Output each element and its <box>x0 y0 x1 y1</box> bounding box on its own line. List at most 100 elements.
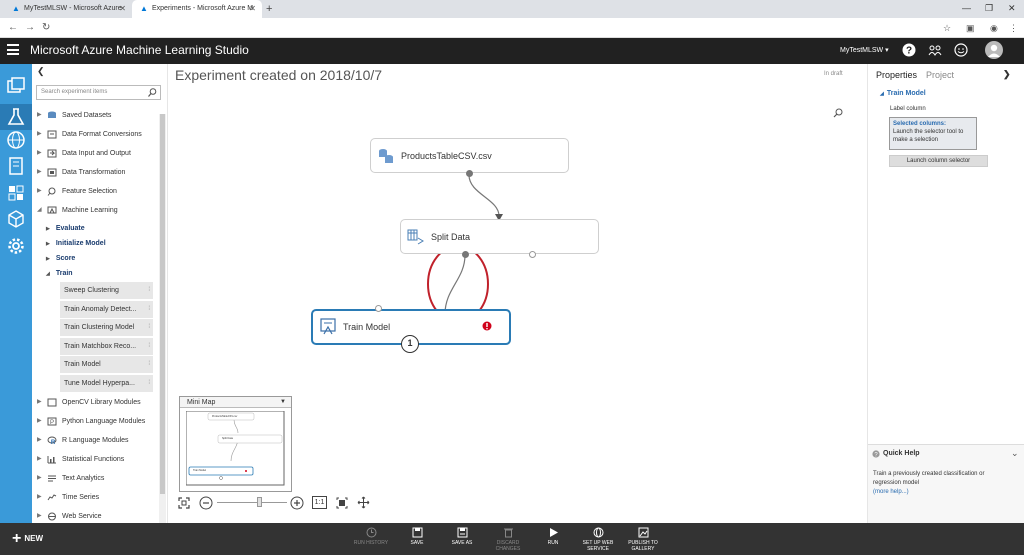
launch-column-selector-button[interactable]: Launch column selector <box>889 155 988 167</box>
reload-icon[interactable]: ↻ <box>42 21 50 35</box>
plus-icon: + <box>12 530 22 547</box>
output-port-right[interactable] <box>529 251 536 258</box>
fit-to-screen-icon[interactable] <box>178 497 190 509</box>
zoom-out-icon[interactable] <box>199 496 213 510</box>
datasets-icon[interactable] <box>6 183 26 203</box>
community-icon[interactable] <box>928 43 942 57</box>
port-number-badge[interactable]: 1 <box>401 335 419 353</box>
drag-handle-icon[interactable]: ⁞ <box>148 375 150 392</box>
settings-gear-icon[interactable] <box>6 236 26 256</box>
selected-columns-title: Selected columns: <box>893 121 947 127</box>
output-port[interactable] <box>466 170 473 177</box>
chevron-down-icon[interactable]: ⌄ <box>1011 448 1019 459</box>
search-input[interactable]: Search experiment items <box>36 85 161 100</box>
workspace-selector[interactable]: MyTestMLSW ▾ <box>840 46 889 54</box>
drag-handle-icon[interactable]: ⁞ <box>148 301 150 318</box>
module-train-model[interactable]: Train Model ⁞ <box>60 356 153 373</box>
hamburger-icon[interactable] <box>7 44 19 55</box>
run-button[interactable]: RUN <box>531 527 575 546</box>
section-train-model[interactable]: ◢ Train Model <box>880 90 926 97</box>
subcategory-evaluate[interactable]: ▶ Evaluate <box>46 222 85 236</box>
help-icon[interactable]: ? <box>902 43 916 57</box>
azure-favicon-icon: ▲ <box>12 4 20 13</box>
experiment-canvas[interactable]: Experiment created on 2018/10/7 In draft… <box>169 64 866 523</box>
avatar[interactable] <box>985 41 1003 59</box>
dataset-icon <box>48 111 56 118</box>
publish-label-2: GALLERY <box>631 546 655 552</box>
zoom-slider-thumb[interactable] <box>257 497 262 507</box>
experiment-title[interactable]: Experiment created on 2018/10/7 <box>175 67 382 83</box>
module-train-anomaly[interactable]: Train Anomaly Detect... ⁞ <box>60 301 153 318</box>
subcategory-train[interactable]: ◢ Train <box>46 267 73 281</box>
collapse-palette-icon[interactable]: ❮ <box>37 66 45 77</box>
publish-gallery-button[interactable]: PUBLISH TO GALLERY <box>621 527 665 552</box>
category-label: Data Input and Output <box>62 150 131 157</box>
discard-changes-button[interactable]: DISCARD CHANGES <box>486 527 530 552</box>
tab-project[interactable]: Project <box>926 70 954 80</box>
mini-map-view[interactable] <box>186 411 286 486</box>
discard-label-2: CHANGES <box>495 546 521 552</box>
collapse-panel-icon[interactable]: ❯ <box>1003 69 1011 80</box>
mini-map-node-label: ProductsTableCSV.csv <box>212 415 238 418</box>
module-tune-model[interactable]: Tune Model Hyperpa... ⁞ <box>60 375 153 392</box>
zoom-slider-track[interactable] <box>217 502 287 503</box>
search-icon[interactable] <box>148 88 157 97</box>
node-train-model[interactable]: Train Model 1 <box>311 305 511 353</box>
subcategory-score[interactable]: ▶ Score <box>46 252 75 266</box>
back-icon[interactable]: ← <box>8 21 18 35</box>
chevron-down-icon[interactable]: ▼ <box>280 397 286 408</box>
subcategory-initialize-model[interactable]: ▶ Initialize Model <box>46 237 106 251</box>
output-port-left[interactable] <box>462 251 469 258</box>
browser-tab-2[interactable]: ▲ Experiments - Microsoft Azure M ✕ <box>132 0 262 18</box>
forward-icon[interactable]: → <box>25 21 35 35</box>
drag-handle-icon[interactable]: ⁞ <box>148 319 150 336</box>
pan-mode-icon[interactable] <box>357 496 370 509</box>
profile-icon[interactable]: ◉ <box>990 21 998 35</box>
feedback-smiley-icon[interactable] <box>954 43 968 57</box>
tab-properties[interactable]: Properties <box>876 70 917 80</box>
input-port-left[interactable] <box>375 305 382 312</box>
drag-handle-icon[interactable]: ⁞ <box>148 282 150 299</box>
opencv-icon <box>47 398 57 407</box>
close-window-icon[interactable]: ✕ <box>1008 0 1016 16</box>
star-icon[interactable]: ☆ <box>943 21 951 35</box>
module-train-clustering[interactable]: Train Clustering Model ⁞ <box>60 319 153 336</box>
module-sweep-clustering[interactable]: Sweep Clustering ⁞ <box>60 282 153 299</box>
drag-handle-icon[interactable]: ⁞ <box>148 338 150 355</box>
browser-tab-1[interactable]: ▲ MyTestMLSW - Microsoft Azure ✕ <box>4 0 132 18</box>
node-products-csv[interactable]: ProductsTableCSV.csv <box>370 138 569 177</box>
module-train-matchbox[interactable]: Train Matchbox Reco... ⁞ <box>60 338 153 355</box>
close-tab-icon[interactable]: ✕ <box>119 0 126 18</box>
extension-icon[interactable]: ▣ <box>966 21 975 35</box>
setup-web-service-button[interactable]: SET UP WEB SERVICE <box>576 527 620 552</box>
mini-map[interactable]: Mini Map ▼ ProductsTableCSV.csv Split Da… <box>179 396 292 492</box>
projects-icon[interactable] <box>6 76 26 96</box>
web-services-globe-icon[interactable] <box>6 130 26 150</box>
maximize-icon[interactable]: ❐ <box>985 0 993 16</box>
select-mode-icon[interactable] <box>336 497 348 509</box>
menu-icon[interactable]: ⋮ <box>1009 21 1018 35</box>
scrollbar-thumb[interactable] <box>160 114 165 494</box>
module-palette: ❮ Search experiment items ▶ Saved Datase… <box>32 64 168 523</box>
trained-models-cube-icon[interactable] <box>6 209 26 229</box>
drag-handle-icon[interactable]: ⁞ <box>148 356 150 373</box>
new-button[interactable]: + NEW <box>12 530 43 548</box>
close-tab-icon[interactable]: ✕ <box>249 0 256 18</box>
run-history-button[interactable]: RUN HISTORY <box>349 527 393 546</box>
mini-map-header[interactable]: Mini Map ▼ <box>180 397 291 408</box>
new-tab-icon[interactable]: + <box>266 0 272 18</box>
actual-size-button[interactable]: 1:1 <box>312 496 327 509</box>
minimize-icon[interactable]: — <box>962 0 971 16</box>
canvas-search-icon[interactable] <box>833 108 843 118</box>
save-as-button[interactable]: SAVE AS <box>440 527 484 546</box>
error-icon[interactable] <box>482 321 492 331</box>
more-help-link[interactable]: (more help...) <box>873 489 909 495</box>
zoom-in-icon[interactable] <box>290 496 304 510</box>
nav-rail <box>0 64 32 523</box>
experiments-flask-icon[interactable] <box>6 107 26 127</box>
node-split-data[interactable]: Split Data <box>400 219 599 258</box>
notebooks-icon[interactable] <box>6 156 26 176</box>
split-data-icon <box>407 229 424 245</box>
palette-scrollbar[interactable] <box>159 114 166 523</box>
save-button[interactable]: SAVE <box>395 527 439 546</box>
